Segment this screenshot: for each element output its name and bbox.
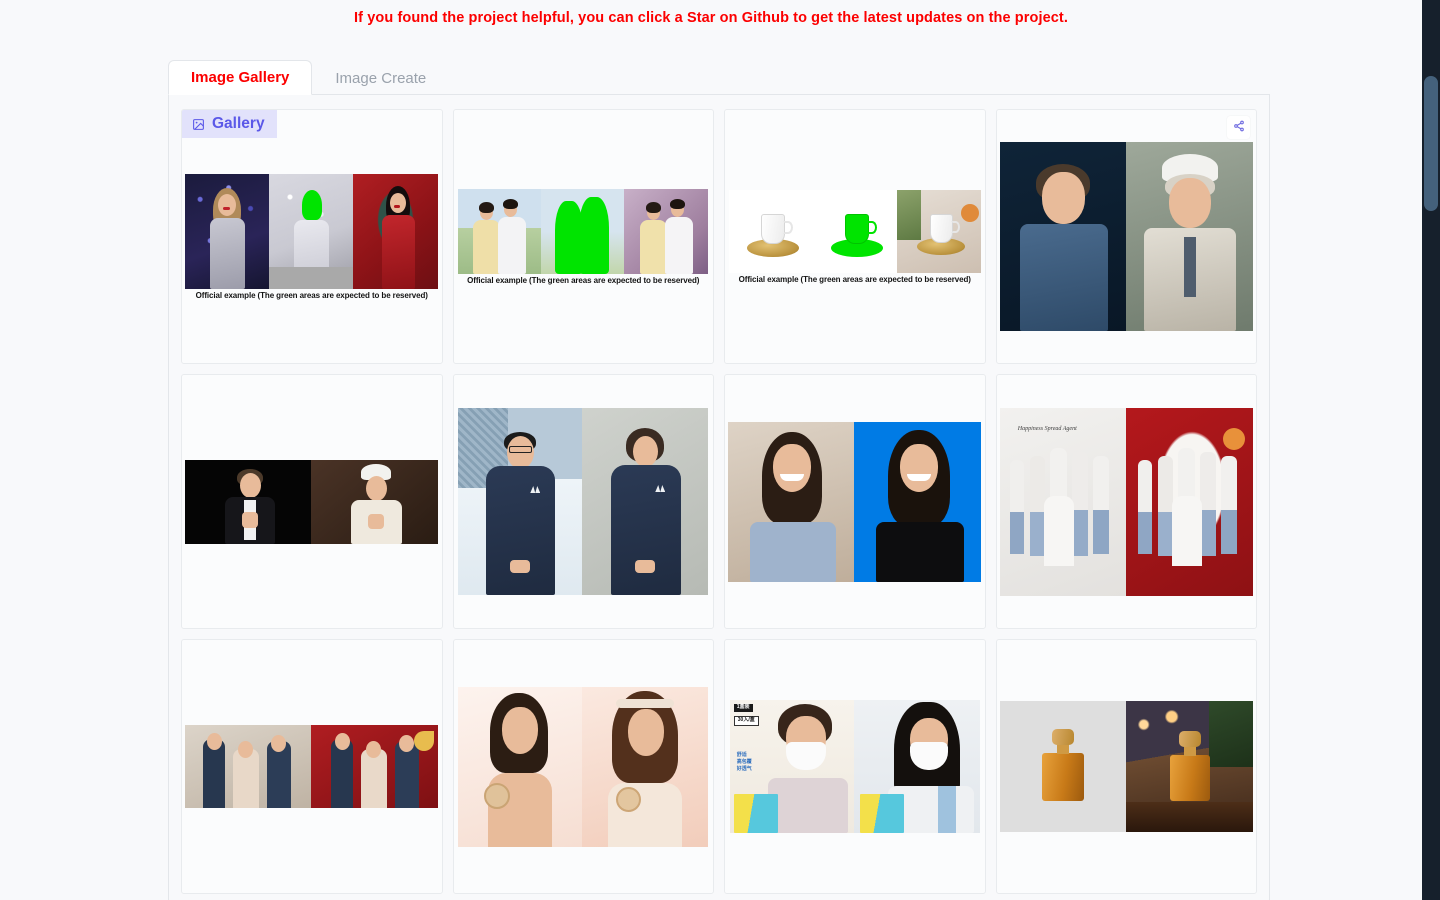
pkg-unit-1: 盒装 <box>739 704 750 710</box>
image-pane-original <box>185 725 312 808</box>
image-pane-result <box>311 459 439 544</box>
image-pane-original <box>999 701 1126 832</box>
package-count-badge-top: 1盒装 <box>733 704 753 712</box>
tab-bar: Image Gallery Image Create <box>168 60 1270 95</box>
gallery-card-7[interactable] <box>724 374 986 629</box>
image-strip <box>458 686 709 847</box>
tab-bar-wrapper: Image Gallery Image Create <box>0 60 1422 95</box>
gallery-card-8[interactable]: Happiness Spread Agent <box>995 374 1257 629</box>
tab-image-gallery[interactable]: Image Gallery <box>168 60 313 95</box>
image-pane-result <box>1125 701 1253 832</box>
image-strip <box>185 725 439 808</box>
image-pane-original <box>458 408 583 595</box>
image-pane-mask <box>812 189 897 273</box>
card-media <box>997 142 1257 331</box>
image-pane-result <box>311 725 439 808</box>
image-pane-original <box>728 421 855 582</box>
card-media: 1盒装 30入/盒 舒适 高包覆 好透气 <box>725 700 985 833</box>
vertical-scrollbar[interactable] <box>1422 0 1440 900</box>
tab-image-gallery-label: Image Gallery <box>191 69 290 86</box>
scroll-down-arrow[interactable] <box>1422 890 1440 900</box>
tab-image-create[interactable]: Image Create <box>312 60 449 95</box>
image-pane-result <box>624 188 709 274</box>
card-media <box>454 686 714 847</box>
gallery-card-3[interactable]: Official example (The green areas are ex… <box>724 109 986 364</box>
share-icon <box>1233 119 1245 137</box>
image-strip <box>999 701 1253 832</box>
gallery-card-4[interactable] <box>995 109 1257 364</box>
gallery-card-11[interactable]: 1盒装 30入/盒 舒适 高包覆 好透气 <box>724 639 986 894</box>
gallery-badge-label: Gallery <box>212 115 265 132</box>
image-pane-mask <box>269 173 354 289</box>
app-root: If you found the project helpful, you ca… <box>0 0 1440 900</box>
card-media: Official example (The green areas are ex… <box>182 173 442 300</box>
card-media <box>182 725 442 808</box>
image-pane-result <box>1125 142 1253 331</box>
gallery-card-6[interactable] <box>452 374 714 629</box>
card-caption: Official example (The green areas are ex… <box>467 275 700 285</box>
image-pane-original <box>999 142 1126 331</box>
image-pane-result <box>582 686 709 847</box>
gallery-badge: Gallery <box>182 110 277 138</box>
image-strip <box>185 173 439 289</box>
image-strip <box>458 408 709 595</box>
github-star-banner: If you found the project helpful, you ca… <box>0 0 1422 27</box>
gallery-panel: Gallery Official example (The green area… <box>168 95 1270 900</box>
card-media: Happiness Spread Agent <box>997 407 1257 596</box>
image-strip <box>185 459 439 544</box>
image-pane-original <box>185 173 270 289</box>
image-pane-original <box>185 459 312 544</box>
card-media <box>997 701 1257 832</box>
share-button[interactable] <box>1227 116 1250 139</box>
image-pane-original <box>458 686 583 847</box>
card-media <box>454 408 714 595</box>
image-pane-result <box>896 189 981 273</box>
page-viewport: If you found the project helpful, you ca… <box>0 0 1422 900</box>
gallery-card-9[interactable] <box>181 639 443 894</box>
gallery-card-12[interactable] <box>995 639 1257 894</box>
image-pane-original: Happiness Spread Agent <box>999 407 1126 596</box>
card-caption: Official example (The green areas are ex… <box>738 274 971 284</box>
tab-image-create-label: Image Create <box>335 69 427 87</box>
scrollbar-thumb[interactable] <box>1424 76 1438 211</box>
feature-line-3: 好透气 <box>736 765 752 772</box>
image-strip <box>999 142 1253 331</box>
image-strip: 1盒装 30入/盒 舒适 高包覆 好透气 <box>729 700 980 833</box>
gallery-card-5[interactable] <box>181 374 443 629</box>
card-media: Official example (The green areas are ex… <box>454 188 714 285</box>
card-media <box>725 421 985 582</box>
image-pane-mask <box>541 188 625 274</box>
gallery-card-10[interactable] <box>452 639 714 894</box>
card-caption: Official example (The green areas are ex… <box>195 290 428 300</box>
scroll-up-arrow[interactable] <box>1422 0 1440 10</box>
image-strip <box>728 189 981 273</box>
image-icon <box>192 118 205 131</box>
image-pane-original: 1盒装 30入/盒 舒适 高包覆 好透气 <box>729 700 854 833</box>
image-pane-result <box>1125 407 1253 596</box>
image-strip <box>458 188 709 274</box>
image-pane-result <box>582 408 709 595</box>
package-feature-text: 舒适 高包覆 好透气 <box>737 752 752 772</box>
feature-line-1: 舒适 <box>736 752 747 758</box>
pkg-unit-2: 入/盒 <box>743 717 755 723</box>
card-media: Official example (The green areas are ex… <box>725 189 985 284</box>
feature-line-2: 高包覆 <box>736 758 752 765</box>
image-pane-original <box>728 189 813 273</box>
banner-text: If you found the project helpful, you ca… <box>354 10 1068 26</box>
image-pane-result <box>353 173 439 289</box>
image-strip <box>728 421 982 582</box>
gallery-card-1[interactable]: Gallery Official example (The green area… <box>181 109 443 364</box>
photo-script-text: Happiness Spread Agent <box>1017 425 1077 432</box>
image-pane-result <box>854 421 982 582</box>
image-pane-result <box>853 700 980 833</box>
package-count-badge-bottom: 30入/盒 <box>733 716 759 726</box>
image-pane-original <box>458 188 542 274</box>
gallery-grid: Gallery Official example (The green area… <box>181 109 1257 900</box>
gallery-card-2[interactable]: Official example (The green areas are ex… <box>452 109 714 364</box>
card-media <box>182 459 442 544</box>
image-strip: Happiness Spread Agent <box>999 407 1253 596</box>
